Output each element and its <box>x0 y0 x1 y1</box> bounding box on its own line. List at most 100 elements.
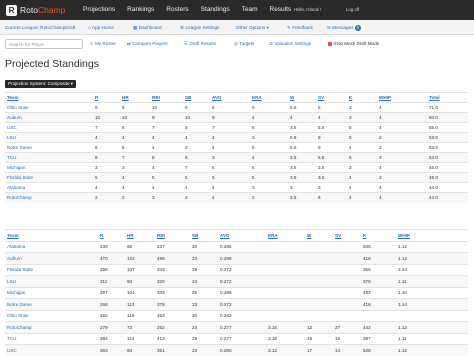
cell-sb: 7 <box>183 162 210 173</box>
stats-sort-whip[interactable]: WHIP <box>398 233 410 238</box>
stats-header-k: K <box>361 229 396 241</box>
cell-era <box>266 309 305 322</box>
team-link[interactable]: Michigan <box>7 290 25 295</box>
nav-projections[interactable]: Projections <box>77 0 121 20</box>
cell-r: 384 <box>98 332 125 345</box>
nav-standings[interactable]: Standings <box>195 0 236 20</box>
standings-sort-rbi[interactable]: RBI <box>152 95 160 100</box>
team-link[interactable]: Alabama <box>7 244 25 249</box>
cell-whip: 1.12 <box>396 344 468 356</box>
standings-sort-k[interactable]: K <box>349 95 352 100</box>
cell-sv <box>333 275 361 287</box>
stats-sort-k[interactable]: K <box>363 233 366 238</box>
team-link[interactable]: USC <box>7 125 17 130</box>
stats-header-sv: SV <box>333 229 361 241</box>
team-link[interactable]: Ohio State <box>7 105 29 110</box>
dashboard-link[interactable]: ▦ Dashboard <box>133 20 162 35</box>
my-roster-button[interactable]: ☺ My Roster <box>89 41 116 46</box>
team-link[interactable]: Ohio State <box>7 313 29 318</box>
standings-sort-hr[interactable]: HR <box>122 95 129 100</box>
stats-sort-w[interactable]: W <box>307 233 311 238</box>
stats-sort-r[interactable]: R <box>100 233 103 238</box>
standings-sort-avg[interactable]: AVG <box>212 95 222 100</box>
team-link[interactable]: Auburn <box>7 256 22 261</box>
standings-sort-sv[interactable]: SV <box>318 95 324 100</box>
cell-era <box>266 298 305 310</box>
nav-rosters[interactable]: Rosters <box>160 0 194 20</box>
targets-button[interactable]: ◎ Targets <box>234 41 254 47</box>
compare-players-button[interactable]: ⇄ Compare Players <box>127 41 168 47</box>
team-link[interactable]: LSU <box>7 135 16 140</box>
stats-sort-hr[interactable]: HR <box>127 233 134 238</box>
cell-whip: 1.10 <box>396 286 468 299</box>
cell-r: 7 <box>93 122 120 133</box>
league-settings-link[interactable]: ⚙ League Settings <box>180 20 219 35</box>
feedback-link[interactable]: ✎ Feedback <box>287 20 313 35</box>
table-row: Florida State 5 4 5 5 6 5 3.5 3.5 4 3 46.0 <box>5 172 468 183</box>
cell-r: 363 <box>98 344 125 356</box>
cell-hr: 10 <box>120 112 150 123</box>
cell-rbi: 9 <box>150 112 183 123</box>
standings-sort-era[interactable]: ERA <box>252 95 262 100</box>
cell-sv: 3.5 <box>316 172 347 183</box>
nav-rankings[interactable]: Rankings <box>121 0 160 20</box>
cell-r: 311 <box>98 275 125 287</box>
standings-sort-total[interactable]: Total <box>429 95 440 100</box>
team-link[interactable]: RotoChamp <box>7 195 32 200</box>
cell-hr: 4 <box>120 172 150 183</box>
messages-link[interactable]: ✉ Messages 0 <box>327 20 361 35</box>
nav-team[interactable]: Team <box>236 0 264 20</box>
draft-results-button[interactable]: ☰ Draft Results <box>184 41 216 47</box>
team-link[interactable]: Notre Dame <box>7 302 32 307</box>
standings-sort-whip[interactable]: WHIP <box>379 95 391 100</box>
logo[interactable]: R RotoChamp <box>6 4 65 16</box>
standings-header-avg: AVG <box>210 92 250 103</box>
team-link[interactable]: Auburn <box>7 115 22 120</box>
team-cell: Florida State <box>5 172 93 183</box>
team-link[interactable]: Florida State <box>7 175 33 180</box>
stats-sort-avg[interactable]: AVG <box>220 233 230 238</box>
cell-k: 418 <box>361 252 396 264</box>
team-link[interactable]: LSU <box>7 279 16 284</box>
cell-rbi: 329 <box>155 275 190 287</box>
cell-rbi: 453 <box>155 309 190 322</box>
cell-hr: 73 <box>125 321 155 333</box>
other-options-dropdown[interactable]: Other Options ▾ <box>236 20 269 35</box>
cell-k: 483 <box>361 286 396 299</box>
stop-mock-draft-button[interactable]: Stop Mock Draft Mode <box>328 41 379 46</box>
team-link[interactable]: TCU <box>7 155 16 160</box>
standings-sort-w[interactable]: W <box>290 95 294 100</box>
team-link[interactable]: Notre Dame <box>7 145 32 150</box>
cell-rbi: 7 <box>150 122 183 133</box>
team-link[interactable]: Florida State <box>7 267 33 272</box>
cell-sb: 9 <box>183 102 210 113</box>
cell-avg: 0.272 <box>218 263 266 276</box>
cell-k: 3 <box>347 102 377 113</box>
team-link[interactable]: TCU <box>7 336 16 341</box>
team-link[interactable]: USC <box>7 348 17 353</box>
user-greeting[interactable]: Hello, rclocal ! <box>294 7 321 12</box>
team-link[interactable]: Michigan <box>7 165 25 170</box>
cell-r: 470 <box>98 252 125 264</box>
cell-w <box>305 263 333 276</box>
standings-sort-r[interactable]: R <box>95 95 98 100</box>
team-link[interactable]: Alabama <box>7 185 25 190</box>
cell-era: 5 <box>250 172 288 183</box>
standings-sort-team[interactable]: Team <box>7 95 19 100</box>
stats-sort-era[interactable]: ERA <box>268 233 278 238</box>
stats-sort-sv[interactable]: SV <box>335 233 341 238</box>
team-link[interactable]: RotoChamp <box>7 325 32 330</box>
player-search-input[interactable] <box>5 39 83 49</box>
app-home-link[interactable]: ⌂ App Home <box>88 20 114 35</box>
cell-w <box>305 298 333 310</box>
stats-sort-team[interactable]: Team <box>7 233 19 238</box>
stats-sort-rbi[interactable]: RBI <box>157 233 165 238</box>
nav-results[interactable]: Results <box>264 0 298 20</box>
stats-sort-sb[interactable]: SB <box>192 233 198 238</box>
projection-system-dropdown[interactable]: Projection System: Composite ▾ <box>5 80 77 88</box>
cell-hr: 124 <box>125 252 155 264</box>
logout-link[interactable]: Log off <box>346 7 359 12</box>
valuation-settings-button[interactable]: ⚖ Valuation Settings <box>269 41 311 47</box>
current-league-link[interactable]: Current League: RotoChampDraft <box>5 25 75 30</box>
standings-sort-sb[interactable]: SB <box>185 95 191 100</box>
